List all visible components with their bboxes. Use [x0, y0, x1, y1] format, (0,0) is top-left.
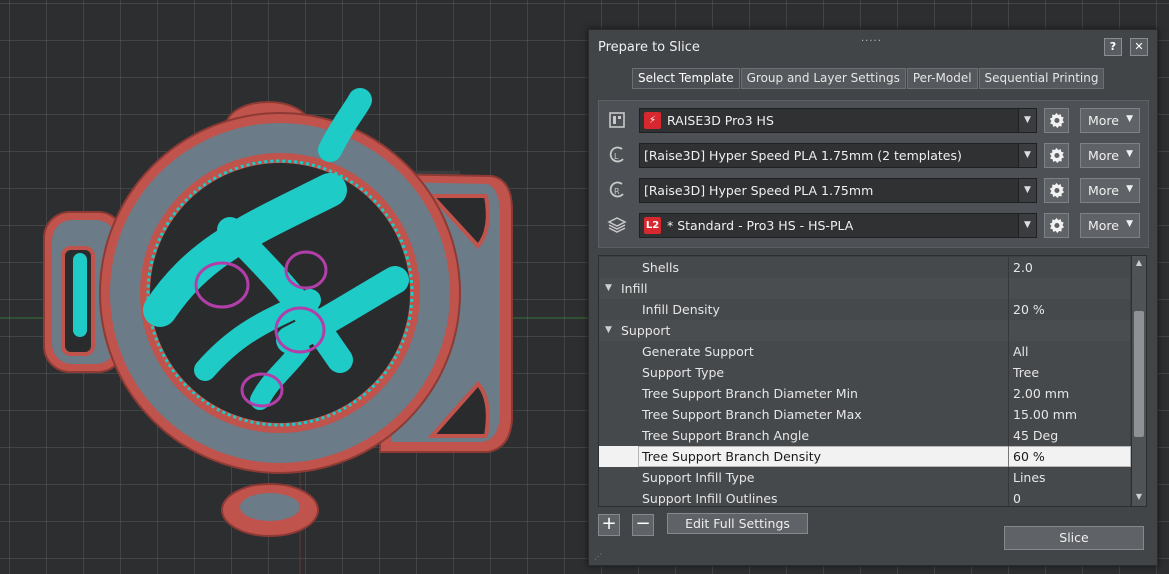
tab-group-and-layer-settings[interactable]: Group and Layer Settings — [740, 68, 906, 89]
right-material-row: R [Raise3D] Hyper Speed PLA 1.75mm ▼ Mor… — [599, 177, 1148, 203]
chevron-down-icon[interactable]: ▼ — [1018, 144, 1036, 167]
slice-button[interactable]: Slice — [1004, 526, 1144, 550]
setting-row[interactable]: Shells 2.0 — [599, 257, 1130, 279]
layers-icon — [607, 215, 627, 235]
left-material-settings-button[interactable] — [1044, 143, 1069, 168]
gear-icon — [1049, 182, 1065, 199]
resize-grip-icon[interactable]: ⋰ — [594, 552, 602, 561]
left-material-select-value: [Raise3D] Hyper Speed PLA 1.75mm (2 temp… — [644, 148, 962, 163]
close-button[interactable]: ✕ — [1130, 38, 1148, 56]
help-button[interactable]: ? — [1104, 38, 1122, 56]
setting-row[interactable]: Generate Support All — [599, 341, 1130, 363]
template-row: L2 * Standard - Pro3 HS - HS-PLA ▼ More … — [599, 212, 1148, 238]
edit-full-settings-button[interactable]: Edit Full Settings — [667, 513, 808, 534]
prepare-to-slice-dialog: ..... Prepare to Slice ? ✕ Select Templa… — [588, 29, 1158, 566]
tab-sequential-printing[interactable]: Sequential Printing — [978, 68, 1105, 89]
drag-handle[interactable]: ..... — [861, 33, 882, 44]
setting-row[interactable]: Tree Support Branch Diameter Max 15.00 m… — [599, 404, 1130, 426]
printer-badge-icon: ⚡ — [644, 112, 661, 129]
collapse-arrow-icon[interactable]: ▼ — [605, 283, 612, 293]
left-material-more-button[interactable]: More ▼ — [1080, 143, 1140, 168]
printer-select-value: RAISE3D Pro3 HS — [667, 113, 774, 128]
add-setting-button[interactable]: + — [598, 514, 620, 536]
setting-row[interactable]: Tree Support Branch Diameter Min 2.00 mm — [599, 383, 1130, 405]
setting-row-selected[interactable]: Tree Support Branch Density 60 % — [599, 446, 1131, 468]
svg-text:L: L — [614, 152, 619, 161]
gear-icon — [1049, 147, 1065, 164]
gear-icon — [1049, 112, 1065, 129]
dialog-title: Prepare to Slice — [598, 40, 700, 55]
printer-row: ⚡ RAISE3D Pro3 HS ▼ More ▼ — [599, 107, 1148, 133]
printer-select[interactable]: ⚡ RAISE3D Pro3 HS ▼ — [639, 108, 1037, 133]
right-material-settings-button[interactable] — [1044, 178, 1069, 203]
setting-row[interactable]: Support Type Tree — [599, 362, 1130, 384]
setting-row[interactable]: Support Infill Outlines 0 — [599, 488, 1130, 506]
remove-setting-button[interactable]: − — [632, 514, 654, 536]
right-material-select-value: [Raise3D] Hyper Speed PLA 1.75mm — [644, 183, 874, 198]
template-level-badge: L2 — [644, 217, 661, 234]
printer-more-button[interactable]: More ▼ — [1080, 108, 1140, 133]
chevron-down-icon[interactable]: ▼ — [1018, 214, 1036, 237]
setting-row[interactable]: Infill Density 20 % — [599, 299, 1130, 321]
template-settings-button[interactable] — [1044, 213, 1069, 238]
chevron-down-icon: ▼ — [1126, 219, 1133, 229]
collapse-arrow-icon[interactable]: ▼ — [605, 325, 612, 335]
printer-icon — [607, 110, 627, 130]
setting-row[interactable]: Tree Support Branch Angle 45 Deg — [599, 425, 1130, 447]
template-select[interactable]: L2 * Standard - Pro3 HS - HS-PLA ▼ — [639, 213, 1037, 238]
left-material-select[interactable]: [Raise3D] Hyper Speed PLA 1.75mm (2 temp… — [639, 143, 1037, 168]
right-extruder-icon: R — [607, 180, 627, 200]
chevron-down-icon: ▼ — [1126, 114, 1133, 124]
category-row-infill[interactable]: ▼ Infill — [599, 278, 1130, 300]
scroll-down-icon[interactable]: ▼ — [1134, 492, 1144, 502]
chevron-down-icon[interactable]: ▼ — [1018, 179, 1036, 202]
tab-per-model[interactable]: Per-Model — [906, 68, 978, 89]
right-material-select[interactable]: [Raise3D] Hyper Speed PLA 1.75mm ▼ — [639, 178, 1037, 203]
template-more-button[interactable]: More ▼ — [1080, 213, 1140, 238]
chevron-down-icon: ▼ — [1126, 149, 1133, 159]
scrollbar-thumb[interactable] — [1134, 311, 1144, 437]
template-select-value: * Standard - Pro3 HS - HS-PLA — [667, 218, 854, 233]
printer-settings-button[interactable] — [1044, 108, 1069, 133]
chevron-down-icon: ▼ — [1126, 184, 1133, 194]
svg-text:R: R — [614, 187, 620, 196]
gear-icon — [1049, 217, 1065, 234]
left-extruder-icon: L — [607, 145, 627, 165]
settings-scrollbar[interactable]: ▲ ▼ — [1131, 256, 1146, 506]
setting-row[interactable]: Support Infill Type Lines — [599, 467, 1130, 489]
settings-tree[interactable]: Shells 2.0 ▼ Infill Infill Density 20 % … — [598, 255, 1147, 507]
tab-bar: Select Template Group and Layer Settings… — [632, 68, 1105, 89]
category-row-support[interactable]: ▼ Support — [599, 320, 1130, 342]
right-material-more-button[interactable]: More ▼ — [1080, 178, 1140, 203]
left-material-row: L [Raise3D] Hyper Speed PLA 1.75mm (2 te… — [599, 142, 1148, 168]
tab-select-template[interactable]: Select Template — [632, 68, 740, 89]
chevron-down-icon[interactable]: ▼ — [1018, 109, 1036, 132]
profile-panel: ⚡ RAISE3D Pro3 HS ▼ More ▼ L [Raise3D] H… — [598, 100, 1149, 248]
scroll-up-icon[interactable]: ▲ — [1134, 258, 1144, 268]
